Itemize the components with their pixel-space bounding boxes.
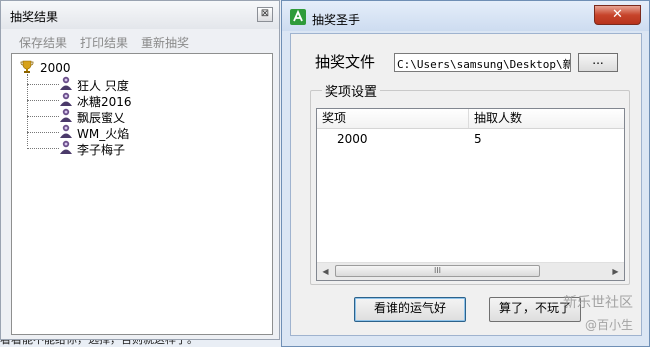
print-results-button[interactable]: 打印结果 [80, 34, 128, 51]
horizontal-scrollbar[interactable]: ◀ III ▶ [317, 262, 624, 280]
results-title: 抽奖结果 [10, 10, 59, 24]
user-icon [60, 140, 72, 154]
table-row[interactable]: 2000 5 [317, 131, 624, 147]
tree-connector [27, 84, 59, 85]
tree-connector [27, 100, 59, 101]
user-icon [60, 124, 72, 138]
trophy-icon [20, 60, 34, 73]
main-titlebar[interactable]: 抽奖圣手 ✕ [282, 1, 649, 31]
tree-connector [27, 148, 59, 149]
prize-settings-title: 奖项设置 [322, 81, 381, 100]
app-icon [290, 9, 306, 25]
lucky-draw-button[interactable]: 看谁的运气好 [354, 297, 466, 322]
main-client-area: 抽奖文件 C:\Users\samsung\Desktop\新建 ... 奖项设… [290, 33, 642, 336]
results-window: 抽奖结果 ⊠ 保存结果 打印结果 重新抽奖 2000 狂人 只度 冰糖2016 飘辰… [0, 0, 280, 340]
results-tree[interactable]: 2000 狂人 只度 冰糖2016 飘辰蜜乂 WM_火焰李子梅子 [11, 53, 273, 335]
user-icon [60, 108, 72, 122]
close-icon[interactable]: ✕ [594, 5, 641, 25]
watermark-text: 新乐世社区 [563, 295, 633, 311]
tree-item[interactable]: 冰糖2016 [27, 92, 227, 109]
prize-list[interactable]: 奖项 抽取人数 2000 5 ◀ III ▶ [316, 108, 625, 281]
user-icon [60, 76, 72, 90]
browse-button[interactable]: ... [578, 53, 618, 72]
column-header-prize[interactable]: 奖项 [317, 109, 469, 128]
file-path-input[interactable]: C:\Users\samsung\Desktop\新建 [394, 53, 571, 72]
cell-prize: 2000 [337, 132, 368, 146]
scroll-thumb[interactable]: III [335, 265, 540, 277]
results-toolbar: 保存结果 打印结果 重新抽奖 [1, 31, 279, 51]
prize-settings-group: 奖项设置 奖项 抽取人数 2000 5 ◀ III ▶ [310, 81, 630, 285]
tree-root-label: 2000 [40, 61, 71, 75]
results-titlebar[interactable]: 抽奖结果 ⊠ [1, 1, 279, 29]
tree-item[interactable]: 狂人 只度 [27, 76, 227, 93]
file-label: 抽奖文件 [315, 53, 376, 71]
user-icon [60, 92, 72, 106]
cell-count: 5 [474, 132, 482, 146]
tree-item[interactable]: 飘辰蜜乂 [27, 108, 227, 125]
redraw-button[interactable]: 重新抽奖 [141, 34, 189, 51]
tree-item[interactable]: WM_火焰 [27, 124, 227, 141]
save-results-button[interactable]: 保存结果 [19, 34, 67, 51]
scroll-left-icon[interactable]: ◀ [317, 263, 334, 280]
tree-connector [27, 116, 59, 117]
column-header-count[interactable]: 抽取人数 [469, 109, 624, 128]
tree-item-label: 李子梅子 [77, 143, 126, 157]
tree-connector [27, 132, 59, 133]
watermark-author: @百小生 [585, 318, 634, 332]
tree-item[interactable]: 李子梅子 [27, 140, 227, 157]
close-icon[interactable]: ⊠ [257, 7, 273, 22]
list-header: 奖项 抽取人数 [317, 109, 624, 129]
main-title: 抽奖圣手 [312, 13, 361, 27]
scroll-right-icon[interactable]: ▶ [607, 263, 624, 280]
